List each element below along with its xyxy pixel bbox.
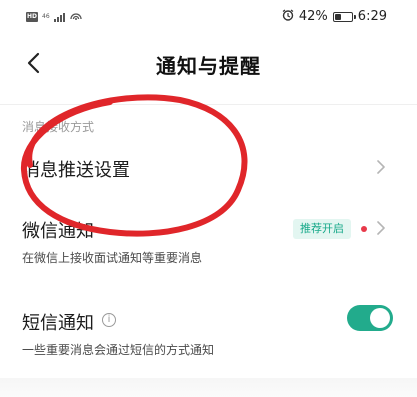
push-settings-row[interactable]: 消息推送设置 xyxy=(0,140,417,198)
recommend-badge: 推荐开启 xyxy=(293,219,351,239)
page-title: 通知与提醒 xyxy=(156,54,261,78)
network-type: 46 xyxy=(42,14,50,20)
red-dot-indicator xyxy=(361,226,367,232)
battery-percent: 42% xyxy=(298,9,328,24)
chevron-right-icon xyxy=(377,160,385,174)
sms-notify-subtitle: 一些重要消息会通过短信的方式通知 xyxy=(22,343,215,357)
title-bar: 通知与提醒 xyxy=(0,34,417,94)
push-settings-title: 消息推送设置 xyxy=(22,160,130,181)
status-bar: HD 46 42% 6:29 xyxy=(0,0,417,34)
battery-icon xyxy=(332,11,356,22)
status-right: 42% 6:29 xyxy=(282,9,387,24)
sms-toggle[interactable] xyxy=(347,305,393,331)
sms-notify-title: 短信通知 xyxy=(22,313,94,334)
hotspot-icon xyxy=(69,11,83,23)
wechat-notify-subtitle: 在微信上接收面试通知等重要消息 xyxy=(22,251,203,265)
header-divider xyxy=(0,104,417,105)
status-left: HD 46 xyxy=(26,11,83,23)
section-label: 消息接收方式 xyxy=(22,120,95,134)
info-icon[interactable]: i xyxy=(102,313,116,327)
hd-badge: HD xyxy=(26,12,38,22)
chevron-right-icon xyxy=(377,221,385,235)
wechat-notify-title: 微信通知 xyxy=(22,221,94,242)
signal-icon xyxy=(53,12,65,22)
section-gap xyxy=(0,378,417,397)
network-type-label: 46 xyxy=(42,13,50,20)
sms-notify-row: 短信通知 i 一些重要消息会通过短信的方式通知 xyxy=(0,295,417,365)
clock: 6:29 xyxy=(357,9,387,24)
toggle-knob xyxy=(370,308,390,328)
wechat-notify-row[interactable]: 微信通知 推荐开启 在微信上接收面试通知等重要消息 xyxy=(0,205,417,273)
alarm-icon xyxy=(282,9,294,24)
